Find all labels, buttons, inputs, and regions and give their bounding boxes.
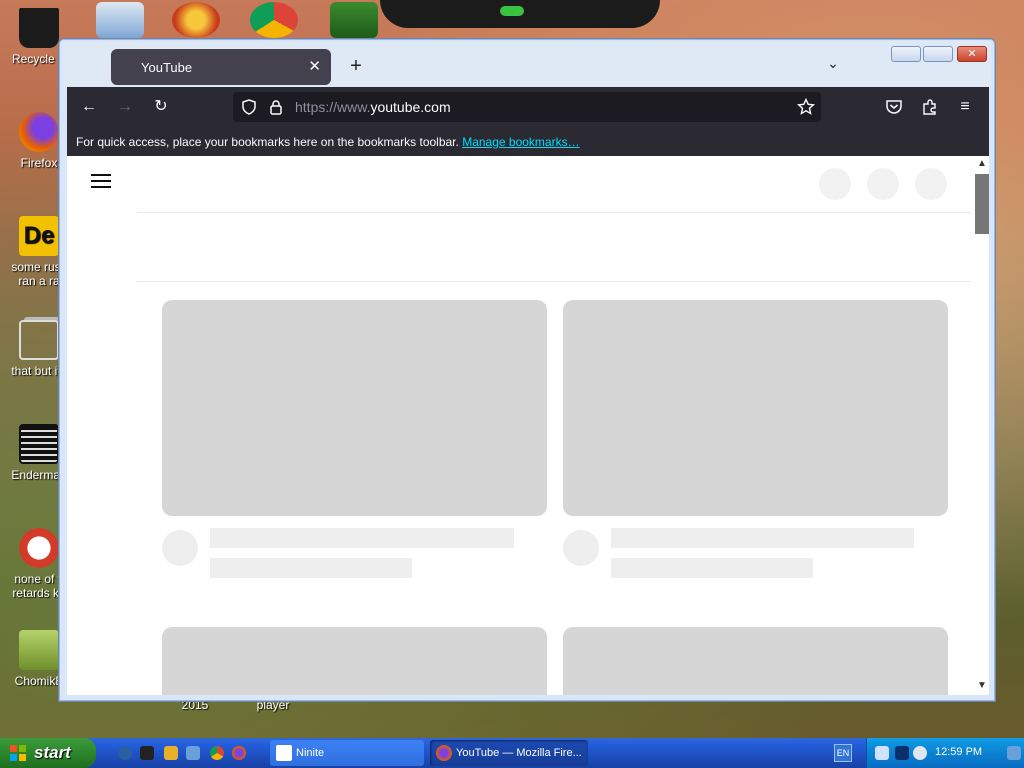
desktop-icon-partial-1[interactable]: [96, 2, 144, 38]
pocket-icon[interactable]: [885, 98, 903, 116]
document-icon: [19, 424, 59, 464]
scroll-down-icon[interactable]: ▼: [975, 680, 989, 692]
bookmarks-toolbar: For quick access, place your bookmarks h…: [67, 127, 989, 156]
hamster-box-icon: [19, 630, 59, 670]
quicklaunch-icon-1[interactable]: [118, 746, 132, 760]
forward-icon[interactable]: →: [115, 97, 135, 117]
lock-icon[interactable]: [269, 99, 283, 115]
scrollbar-thumb[interactable]: [975, 174, 989, 234]
menu-icon[interactable]: ≡: [955, 97, 975, 117]
url-text[interactable]: https://www.youtube.com: [295, 99, 451, 115]
extensions-icon[interactable]: [921, 98, 939, 116]
shield-icon[interactable]: [241, 99, 257, 115]
quicklaunch-icon-2[interactable]: [140, 746, 154, 760]
url-bar[interactable]: https://www.youtube.com: [233, 92, 821, 122]
youtube-page: ▲ ▼: [67, 156, 989, 695]
chrome-desktop-icon[interactable]: [250, 2, 298, 38]
minimize-button[interactable]: [891, 46, 921, 62]
back-icon[interactable]: ←: [79, 97, 99, 117]
taskbar-button-ninite[interactable]: Ninite: [270, 740, 424, 766]
de-logo-icon: De: [19, 216, 59, 256]
start-label: start: [34, 743, 71, 762]
tray-icon-3[interactable]: [1007, 746, 1021, 760]
firefox-icon: [19, 112, 59, 152]
recycle-bin-glyph: [19, 8, 59, 48]
header-placeholder-circle: [915, 168, 947, 200]
firefox-window: YouTube ✕ + ⌄ ✕ ← → ↻ https://www.youtub…: [58, 38, 996, 702]
tray-icon-2[interactable]: [895, 746, 909, 760]
bookmarks-message: For quick access, place your bookmarks h…: [76, 135, 459, 149]
tab-title: YouTube: [141, 60, 193, 75]
volume-icon[interactable]: [913, 746, 927, 760]
video-thumbnail-placeholder: [162, 627, 547, 695]
firefox-icon: [436, 745, 452, 761]
desktop-icon-label: ChomikB: [14, 674, 64, 688]
page-scrollbar[interactable]: ▲ ▼: [973, 156, 989, 695]
tab-youtube[interactable]: YouTube ✕: [111, 49, 331, 85]
ninite-icon: [276, 745, 292, 761]
tray-icon-1[interactable]: [875, 746, 889, 760]
title-bar: YouTube ✕ + ⌄ ✕: [63, 41, 991, 89]
bookmark-star-icon[interactable]: [797, 98, 815, 116]
channel-avatar-placeholder: [563, 530, 599, 566]
taskbar-button-label: Ninite: [296, 747, 325, 759]
chrome-quicklaunch-icon[interactable]: [210, 746, 224, 760]
header-placeholder-circle: [819, 168, 851, 200]
language-indicator[interactable]: EN: [834, 744, 852, 762]
channel-avatar-placeholder: [162, 530, 198, 566]
new-tab-button[interactable]: +: [345, 55, 367, 77]
desktop-icon-partial-2[interactable]: [172, 2, 220, 38]
firefox-quicklaunch-icon[interactable]: [232, 746, 246, 760]
quicklaunch-icon-3[interactable]: [164, 746, 178, 760]
desktop-icon-label: Firefox: [20, 156, 58, 170]
start-button[interactable]: start: [0, 738, 96, 768]
wallpaper-power-led: [500, 6, 524, 16]
list-all-tabs-button[interactable]: ⌄: [823, 55, 843, 75]
title-placeholder: [611, 528, 914, 548]
clock[interactable]: 12:59 PM: [935, 746, 982, 758]
navigation-toolbar: ← → ↻ https://www.youtube.com ≡: [67, 87, 989, 127]
video-thumbnail-placeholder: [563, 627, 948, 695]
taskbar-button-firefox[interactable]: YouTube — Mozilla Fire...: [430, 740, 588, 766]
desktop-icon-partial-4[interactable]: [330, 2, 378, 38]
video-thumbnail-placeholder: [162, 300, 547, 516]
reload-icon[interactable]: ↻: [151, 97, 171, 117]
scroll-up-icon[interactable]: ▲: [975, 158, 989, 170]
windows-stack-icon: [19, 320, 59, 360]
title-placeholder: [210, 528, 514, 548]
header-divider: [137, 212, 971, 213]
system-tray: 12:59 PM: [866, 738, 1024, 768]
taskbar: start Ninite YouTube — Mozilla Fire... E…: [0, 738, 1024, 768]
windows-logo-icon: [10, 745, 26, 761]
video-thumbnail-placeholder: [563, 300, 948, 516]
manage-bookmarks-link[interactable]: Manage bookmarks…: [462, 135, 579, 149]
dinosaur-icon: [19, 528, 59, 568]
meta-placeholder: [210, 558, 412, 578]
quicklaunch-icon-4[interactable]: [186, 746, 200, 760]
maximize-button[interactable]: [923, 46, 953, 62]
close-button[interactable]: ✕: [957, 46, 987, 62]
chips-divider: [137, 281, 971, 282]
meta-placeholder: [611, 558, 813, 578]
tab-close-icon[interactable]: ✕: [308, 57, 321, 75]
taskbar-button-label: YouTube — Mozilla Fire...: [456, 747, 582, 759]
header-placeholder-circle: [867, 168, 899, 200]
hamburger-menu-icon[interactable]: [91, 174, 111, 188]
